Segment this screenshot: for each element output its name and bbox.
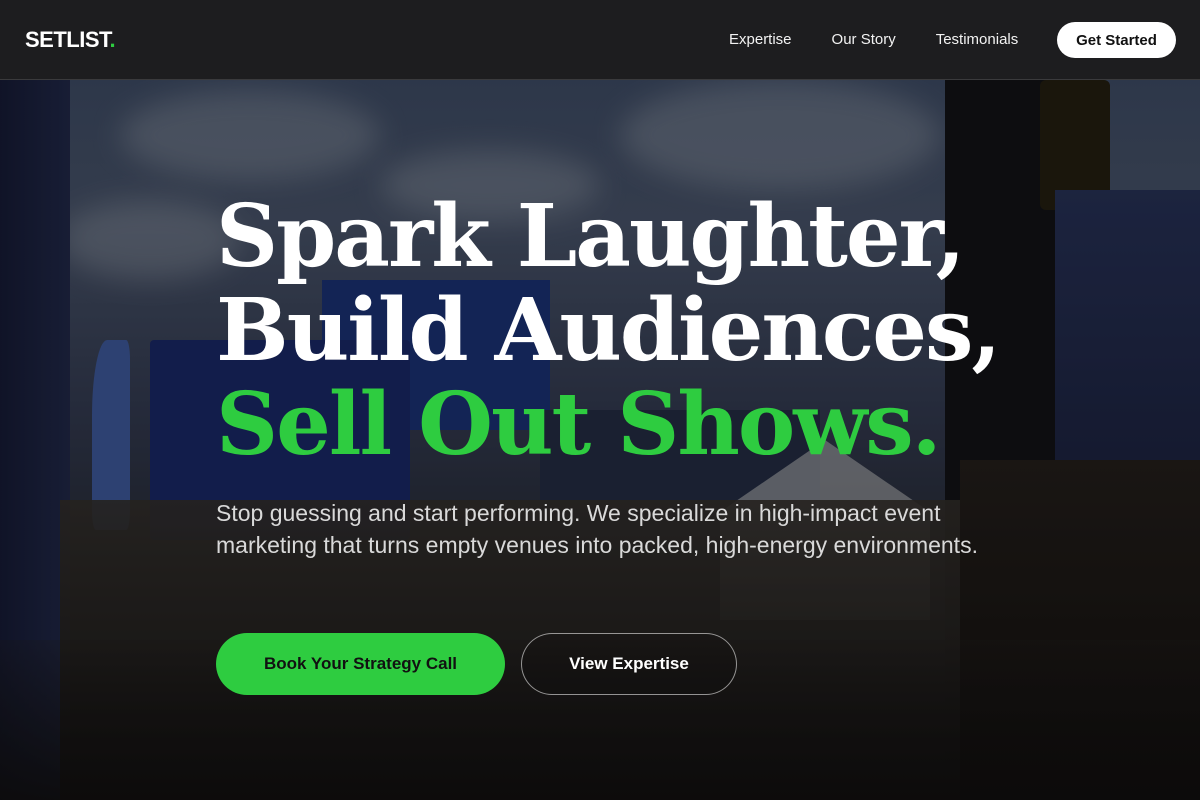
nav-link-testimonials[interactable]: Testimonials (936, 31, 1019, 49)
top-navigation: SETLIST. Expertise Our Story Testimonial… (0, 0, 1200, 80)
headline-line-3-accent: Sell Out Shows. (216, 374, 942, 475)
headline-line-1: Spark Laughter, (216, 186, 966, 287)
brand-name: SETLIST (25, 27, 110, 52)
get-started-button[interactable]: Get Started (1057, 22, 1176, 58)
landing-page: SETLIST. Expertise Our Story Testimonial… (0, 0, 1200, 800)
hero-headline: Spark Laughter, Build Audiences, Sell Ou… (216, 186, 1001, 475)
nav-links: Expertise Our Story Testimonials (729, 31, 1018, 49)
view-expertise-button[interactable]: View Expertise (521, 633, 737, 695)
hero-subtext: Stop guessing and start performing. We s… (216, 500, 978, 558)
brand-dot: . (109, 27, 116, 52)
nav-link-expertise[interactable]: Expertise (729, 31, 792, 49)
headline-line-2: Build Audiences, (216, 280, 1001, 381)
nav-link-our-story[interactable]: Our Story (832, 31, 896, 49)
book-strategy-call-button[interactable]: Book Your Strategy Call (216, 633, 505, 695)
brand-logo[interactable]: SETLIST. (25, 27, 116, 53)
